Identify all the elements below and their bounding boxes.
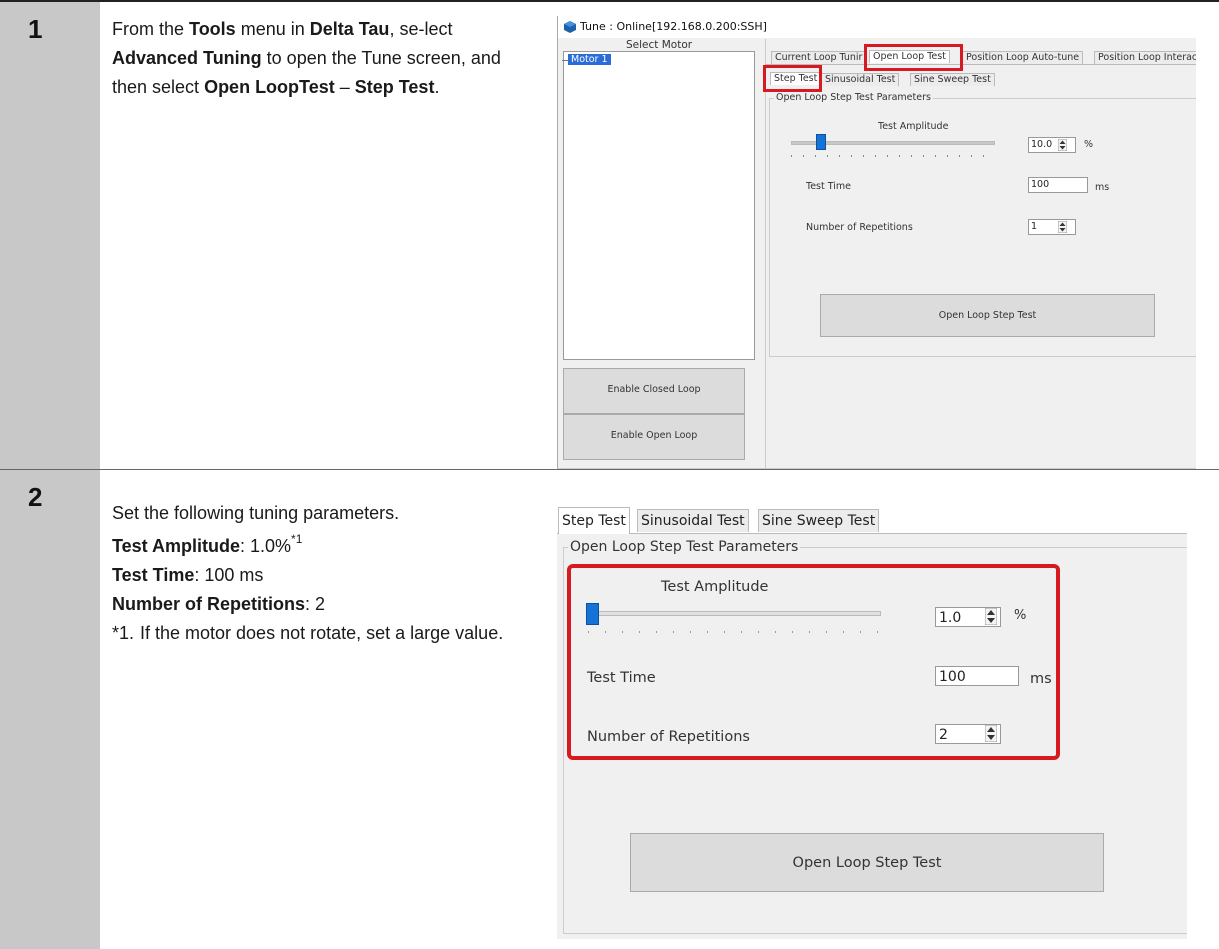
parameters-group-label: Open Loop Step Test Parameters	[568, 539, 801, 555]
test-time-input[interactable]: 100	[1028, 177, 1088, 193]
step-divider	[0, 469, 1219, 470]
repetitions-spinner-icon[interactable]	[1058, 221, 1067, 233]
select-motor-label: Select Motor	[626, 39, 693, 51]
param-test-time: Test Time: 100 ms	[112, 565, 264, 585]
top-rule	[0, 0, 1219, 2]
motor-list-item[interactable]: Motor 1	[568, 54, 611, 65]
slider-ticks	[791, 155, 993, 157]
parameters-group-label: Open Loop Step Test Parameters	[774, 92, 933, 103]
tab-sine-sweep-test[interactable]: Sine Sweep Test	[758, 509, 880, 532]
window-title: Tune : Online[192.168.0.200:SSH]	[580, 20, 767, 33]
param-repetitions: Number of Repetitions: 2	[112, 594, 326, 614]
tab-position-loop-interactive[interactable]: Position Loop Interac	[1094, 51, 1196, 64]
param-test-amplitude: Test Amplitude: 1.0%*1	[112, 532, 303, 556]
subtab-sinusoidal-test[interactable]: Sinusoidal Test	[821, 73, 900, 86]
test-time-label: Test Time	[806, 181, 851, 192]
amplitude-spinner-icon[interactable]	[1058, 139, 1067, 151]
app-icon	[564, 21, 576, 33]
step-1-description: From the Tools menu in Delta Tau, se-lec…	[112, 19, 501, 97]
step-2-description: Set the following tuning parameters. Tes…	[112, 499, 532, 648]
motor-list[interactable]: Motor 1	[562, 51, 755, 360]
repetitions-label: Number of Repetitions	[806, 222, 913, 233]
highlight-step-test-tab	[763, 65, 822, 92]
step-2-number: 2	[28, 482, 43, 512]
step-2-intro: Set the following tuning parameters.	[112, 503, 400, 523]
tab-current-loop-tuning[interactable]: Current Loop Tunir	[771, 51, 867, 64]
repetitions-input[interactable]: 1	[1028, 219, 1076, 235]
enable-open-loop-button[interactable]: Enable Open Loop	[563, 414, 745, 460]
step-1-number: 1	[28, 14, 43, 44]
subtab-sine-sweep-test[interactable]: Sine Sweep Test	[910, 73, 995, 86]
step-test-parameters-screenshot: Step Test Sinusoidal Test Sine Sweep Tes…	[557, 507, 1187, 939]
amplitude-input[interactable]: 10.0	[1028, 137, 1076, 153]
highlight-open-loop-tab	[864, 44, 963, 71]
highlight-parameters	[567, 564, 1060, 760]
footnote: *1. If the motor does not rotate, set a l…	[112, 623, 504, 643]
tune-screen-screenshot: Tune : Online[192.168.0.200:SSH] Select …	[557, 16, 1196, 469]
window-titlebar: Tune : Online[192.168.0.200:SSH]	[558, 16, 1196, 38]
amplitude-slider-thumb[interactable]	[816, 134, 826, 150]
tab-position-loop-auto-tune[interactable]: Position Loop Auto-tune	[962, 51, 1084, 64]
tab-step-test[interactable]: Step Test	[558, 507, 630, 534]
tab-sinusoidal-test[interactable]: Sinusoidal Test	[637, 509, 749, 532]
open-loop-step-test-button[interactable]: Open Loop Step Test	[820, 294, 1155, 337]
test-amplitude-label: Test Amplitude	[878, 121, 949, 132]
test-time-unit: ms	[1095, 182, 1110, 193]
step-1-number-column	[0, 2, 100, 469]
amplitude-unit: %	[1084, 139, 1094, 150]
enable-closed-loop-button[interactable]: Enable Closed Loop	[563, 368, 745, 414]
step-2-number-column	[0, 470, 100, 949]
open-loop-step-test-button[interactable]: Open Loop Step Test	[630, 833, 1104, 892]
splitter[interactable]	[765, 39, 766, 468]
